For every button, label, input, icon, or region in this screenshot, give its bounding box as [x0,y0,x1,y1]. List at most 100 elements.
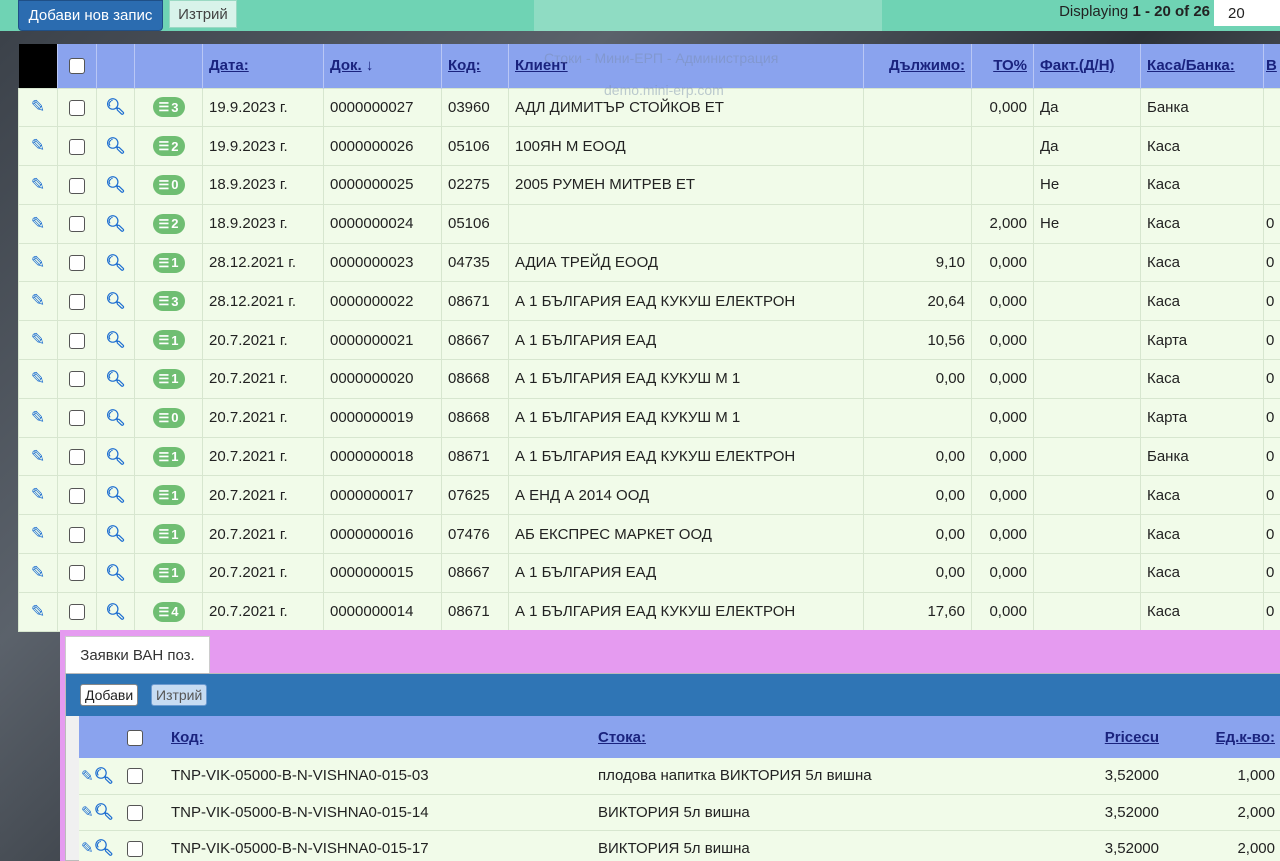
table-row[interactable]: ✎ 🔍︎ ☰ 0 20.7.2021 г. 0000000019 08668 А 1 БЪЛГ… [18,397,1280,438]
page-size-input[interactable] [1214,0,1280,26]
row-edit-cell[interactable]: ✎ [18,514,58,555]
positions-count-badge[interactable]: ☰ 2 [152,213,185,234]
edit-icon[interactable]: ✎ [81,768,94,785]
row-view-cell[interactable]: 🔍︎ [96,203,135,244]
row-checkbox[interactable] [69,177,85,194]
detail-select-cell[interactable] [125,758,165,795]
table-row[interactable]: ✎ 🔍︎ ☰ 1 20.7.2021 г. 0000000016 07476 АБ ЕКСПР… [18,514,1280,555]
row-positions-cell[interactable]: ☰ 1 [134,242,203,283]
row-edit-cell[interactable]: ✎ [18,591,58,632]
table-row[interactable]: ✎ 🔍︎ ☰ 3 28.12.2021 г. 0000000022 08671 А 1 БЪЛ… [18,281,1280,322]
detail-select-cell[interactable] [125,794,165,831]
row-checkbox[interactable] [69,449,85,466]
positions-count-badge[interactable]: ☰ 3 [152,97,185,118]
row-view-cell[interactable]: 🔍︎ [96,591,135,632]
detail-row[interactable]: ✎🔍︎ TNP-VIK-05000-B-N-VISHNA0-015-14 ВИКТО… [79,794,1280,831]
row-select-cell[interactable] [57,203,97,244]
row-positions-cell[interactable]: ☰ 1 [134,553,203,593]
pencil-icon[interactable]: ✎ [31,136,45,155]
pencil-icon[interactable]: ✎ [31,524,45,543]
row-view-cell[interactable]: 🔍︎ [96,320,135,361]
col-header-v[interactable]: В [1263,44,1280,88]
row-positions-cell[interactable]: ☰ 2 [134,126,203,167]
pencil-icon[interactable]: ✎ [31,291,45,310]
row-edit-cell[interactable]: ✎ [18,359,58,399]
search-icon[interactable]: 🔍︎ [105,565,125,582]
row-view-cell[interactable]: 🔍︎ [96,242,135,283]
row-positions-cell[interactable]: ☰ 0 [134,165,203,205]
col-header-doc[interactable]: Док. ↓ [323,44,442,88]
search-icon[interactable]: 🔍︎ [105,293,125,310]
row-view-cell[interactable]: 🔍︎ [96,553,135,593]
row-positions-cell[interactable]: ☰ 1 [134,320,203,361]
row-checkbox[interactable] [69,526,85,543]
row-checkbox[interactable] [69,371,85,388]
row-edit-cell[interactable]: ✎ [18,242,58,283]
positions-count-badge[interactable]: ☰ 2 [152,136,185,157]
row-checkbox[interactable] [69,604,85,621]
pencil-icon[interactable]: ✎ [31,447,45,466]
search-icon[interactable]: 🔍︎ [105,410,125,427]
row-select-cell[interactable] [57,591,97,632]
search-icon[interactable]: 🔍︎ [105,371,125,388]
positions-count-badge[interactable]: ☰ 1 [152,330,185,351]
delete-button[interactable]: Изтрий [169,0,237,28]
table-row[interactable]: ✎ 🔍︎ ☰ 1 20.7.2021 г. 0000000015 08667 А 1 БЪЛГ… [18,553,1280,593]
row-checkbox[interactable] [69,216,85,233]
row-checkbox[interactable] [69,255,85,272]
row-select-cell[interactable] [57,359,97,399]
pencil-icon[interactable]: ✎ [31,485,45,504]
row-edit-cell[interactable]: ✎ [18,475,58,516]
search-icon[interactable]: 🔍︎ [105,255,125,272]
row-checkbox[interactable] [69,293,85,310]
search-icon[interactable]: 🔍︎ [105,526,125,543]
row-select-cell[interactable] [57,514,97,555]
positions-count-badge[interactable]: ☰ 1 [152,562,185,583]
col-header-cash[interactable]: Каса/Банка: [1140,44,1264,88]
col-header-to[interactable]: ТО% [971,44,1034,88]
row-view-cell[interactable]: 🔍︎ [96,436,135,477]
row-select-cell[interactable] [57,397,97,438]
positions-count-badge[interactable]: ☰ 1 [152,368,185,389]
table-row[interactable]: ✎ 🔍︎ ☰ 0 18.9.2023 г. 0000000025 02275 2005 РУМ… [18,165,1280,205]
row-positions-cell[interactable]: ☰ 4 [134,591,203,632]
row-edit-cell[interactable]: ✎ [18,126,58,167]
positions-count-badge[interactable]: ☰ 4 [152,601,185,622]
col-header-code[interactable]: Код: [441,44,509,88]
row-positions-cell[interactable]: ☰ 1 [134,436,203,477]
table-row[interactable]: ✎ 🔍︎ ☰ 1 28.12.2021 г. 0000000023 04735 АДИА ТР… [18,242,1280,283]
table-row[interactable]: ✎ 🔍︎ ☰ 2 19.9.2023 г. 0000000026 05106 100ЯН М … [18,126,1280,167]
row-select-cell[interactable] [57,320,97,361]
row-edit-cell[interactable]: ✎ [18,397,58,438]
positions-count-badge[interactable]: ☰ 0 [152,407,185,428]
detail-select-cell[interactable] [125,830,165,861]
row-select-cell[interactable] [57,126,97,167]
row-positions-cell[interactable]: ☰ 1 [134,359,203,399]
row-view-cell[interactable]: 🔍︎ [96,126,135,167]
row-view-cell[interactable]: 🔍︎ [96,87,135,128]
row-edit-cell[interactable]: ✎ [18,320,58,361]
pencil-icon[interactable]: ✎ [31,602,45,621]
row-positions-cell[interactable]: ☰ 3 [134,87,203,128]
col-header-due[interactable]: Дължимо: [863,44,972,88]
search-icon[interactable]: 🔍︎ [105,604,125,621]
row-select-cell[interactable] [57,165,97,205]
row-positions-cell[interactable]: ☰ 1 [134,475,203,516]
table-row[interactable]: ✎ 🔍︎ ☰ 2 18.9.2023 г. 0000000024 05106 2,000 Не К… [18,203,1280,244]
row-edit-cell[interactable]: ✎ [18,165,58,205]
row-edit-cell[interactable]: ✎ [18,281,58,322]
col-header-fact[interactable]: Факт.(Д/Н) [1033,44,1141,88]
search-icon[interactable]: 🔍︎ [105,216,125,233]
detail-col-price[interactable]: Pricecu [1052,716,1165,758]
detail-col-item[interactable]: Стока: [592,716,1052,758]
search-icon[interactable]: 🔍︎ [105,487,125,504]
add-record-button[interactable]: Добави нов запис [18,0,163,31]
row-select-cell[interactable] [57,553,97,593]
positions-count-badge[interactable]: ☰ 0 [152,174,185,195]
row-edit-cell[interactable]: ✎ [18,203,58,244]
positions-count-badge[interactable]: ☰ 1 [152,524,185,545]
positions-count-badge[interactable]: ☰ 1 [152,252,185,273]
table-row[interactable]: ✎ 🔍︎ ☰ 1 20.7.2021 г. 0000000017 07625 А ЕНД А … [18,475,1280,516]
row-view-cell[interactable]: 🔍︎ [96,397,135,438]
row-view-cell[interactable]: 🔍︎ [96,475,135,516]
